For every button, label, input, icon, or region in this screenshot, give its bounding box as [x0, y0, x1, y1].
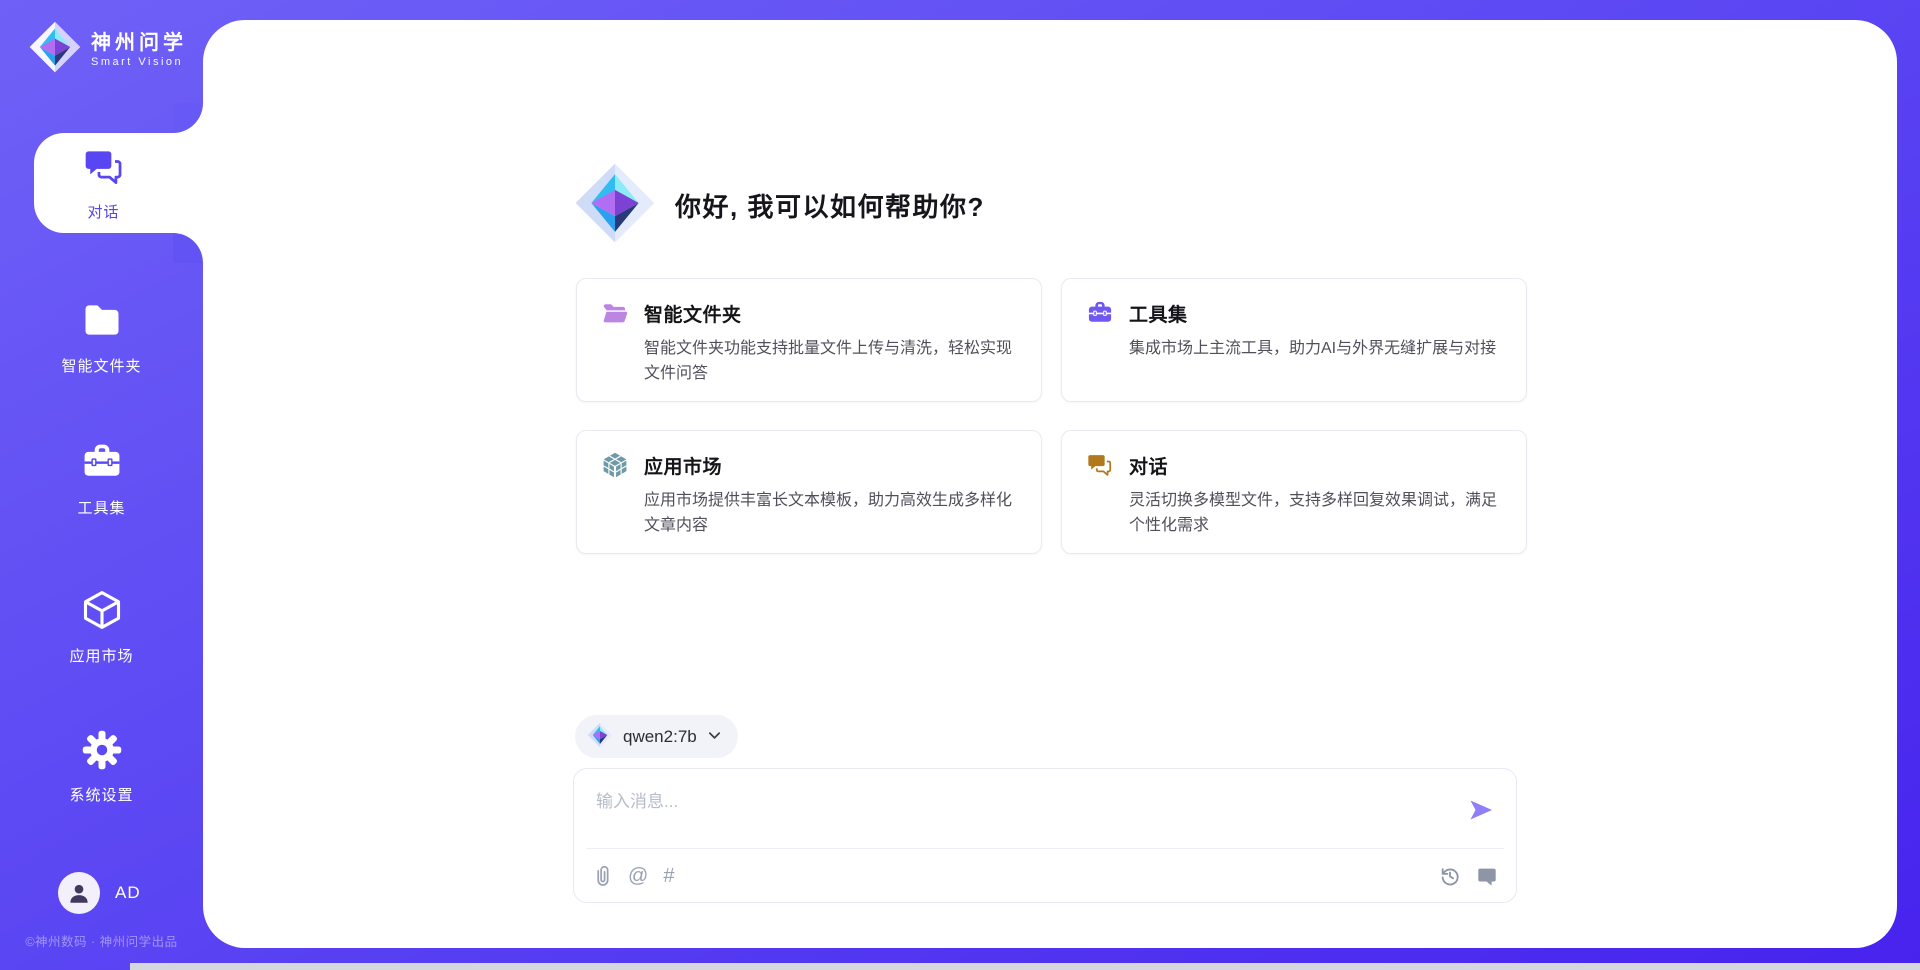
feature-cards: 智能文件夹 智能文件夹功能支持批量文件上传与清洗，轻松实现文件问答 [576, 278, 1527, 554]
card-toolset[interactable]: 工具集 集成市场上主流工具，助力AI与外界无缝扩展与对接 [1061, 278, 1527, 402]
gear-icon [81, 729, 123, 776]
avatar [58, 872, 100, 914]
sidebar-item-app-market[interactable]: 应用市场 [0, 588, 203, 666]
sidebar-item-label: 应用市场 [69, 645, 133, 666]
attach-button[interactable] [592, 864, 613, 888]
brand-name-en: Smart Vision [91, 55, 187, 69]
copyright-text: ©神州数码 · 神州问学出品 [0, 931, 203, 950]
at-icon[interactable]: @ [628, 865, 648, 888]
brand-text: 神州问学 Smart Vision [91, 31, 187, 69]
card-title: 智能文件夹 [644, 300, 742, 327]
person-icon [66, 880, 92, 906]
sidebar-item-chat[interactable]: 对话 [34, 133, 203, 233]
history-button[interactable] [1439, 865, 1461, 887]
paperclip-icon [592, 864, 613, 888]
card-description: 应用市场提供丰富长文本模板，助力高效生成多样化文章内容 [644, 488, 1017, 538]
chat-bubbles-icon [82, 145, 126, 194]
card-app-market[interactable]: 应用市场 应用市场提供丰富长文本模板，助力高效生成多样化文章内容 [576, 430, 1042, 554]
comment-icon [1476, 865, 1498, 887]
tab-fillet-bottom [173, 233, 203, 263]
diamond-logo-icon [573, 161, 657, 250]
card-chat[interactable]: 对话 灵活切换多模型文件，支持多样回复效果调试，满足个性化需求 [1061, 430, 1527, 554]
page-title: 你好, 我可以如何帮助你? [675, 187, 985, 224]
tab-fillet-top [173, 103, 203, 133]
model-name: qwen2:7b [623, 727, 697, 747]
sidebar-item-label: 智能文件夹 [61, 355, 141, 376]
composer-toolbar: @ # [592, 859, 1498, 893]
hash-icon[interactable]: # [663, 865, 674, 888]
card-title: 应用市场 [644, 452, 722, 479]
toolbox-icon [80, 440, 124, 489]
sidebar-item-label: 工具集 [77, 497, 125, 518]
briefcase-icon [1086, 299, 1114, 327]
greeting: 你好, 我可以如何帮助你? [573, 161, 985, 250]
sidebar-item-toolset[interactable]: 工具集 [0, 440, 203, 518]
cube-icon [80, 588, 124, 637]
model-selector[interactable]: qwen2:7b [575, 715, 738, 758]
send-icon [1467, 796, 1495, 824]
chevron-down-icon [707, 728, 722, 746]
open-folder-icon [601, 299, 629, 327]
card-title: 对话 [1129, 452, 1168, 479]
message-composer: @ # [573, 768, 1517, 903]
sidebar-item-label: 系统设置 [69, 784, 133, 805]
card-description: 智能文件夹功能支持批量文件上传与清洗，轻松实现文件问答 [644, 336, 1017, 386]
sidebar-item-smart-folder[interactable]: 智能文件夹 [0, 298, 203, 376]
history-icon [1439, 865, 1461, 887]
card-description: 灵活切换多模型文件，支持多样回复效果调试，满足个性化需求 [1129, 488, 1502, 538]
brand-logo: 神州问学 Smart Vision [28, 20, 187, 79]
diamond-logo-icon [587, 722, 613, 751]
chat-bubbles-icon [1086, 451, 1114, 479]
divider [586, 848, 1504, 849]
bottom-edge-strip [130, 963, 1920, 970]
diamond-logo-icon [28, 20, 82, 79]
user-profile[interactable]: AD [58, 872, 141, 914]
card-smart-folder[interactable]: 智能文件夹 智能文件夹功能支持批量文件上传与清洗，轻松实现文件问答 [576, 278, 1042, 402]
folder-icon [80, 298, 124, 347]
sidebar-item-settings[interactable]: 系统设置 [0, 729, 203, 805]
sidebar-item-label: 对话 [87, 201, 119, 222]
brand-name-zh: 神州问学 [91, 31, 187, 55]
app-window: 神州问学 Smart Vision 对话 智能文件夹 [0, 0, 1920, 970]
card-title: 工具集 [1129, 300, 1188, 327]
comment-button[interactable] [1476, 865, 1498, 887]
grid-cube-icon [601, 451, 629, 479]
card-description: 集成市场上主流工具，助力AI与外界无缝扩展与对接 [1129, 336, 1502, 361]
main-panel: 你好, 我可以如何帮助你? 智能文件夹 智能文件夹功能支持批量文件上传与清洗，轻… [203, 20, 1897, 948]
user-initials: AD [115, 883, 141, 903]
sidebar: 神州问学 Smart Vision 对话 智能文件夹 [0, 0, 203, 970]
send-button[interactable] [1466, 795, 1496, 825]
message-input[interactable] [594, 785, 1438, 847]
